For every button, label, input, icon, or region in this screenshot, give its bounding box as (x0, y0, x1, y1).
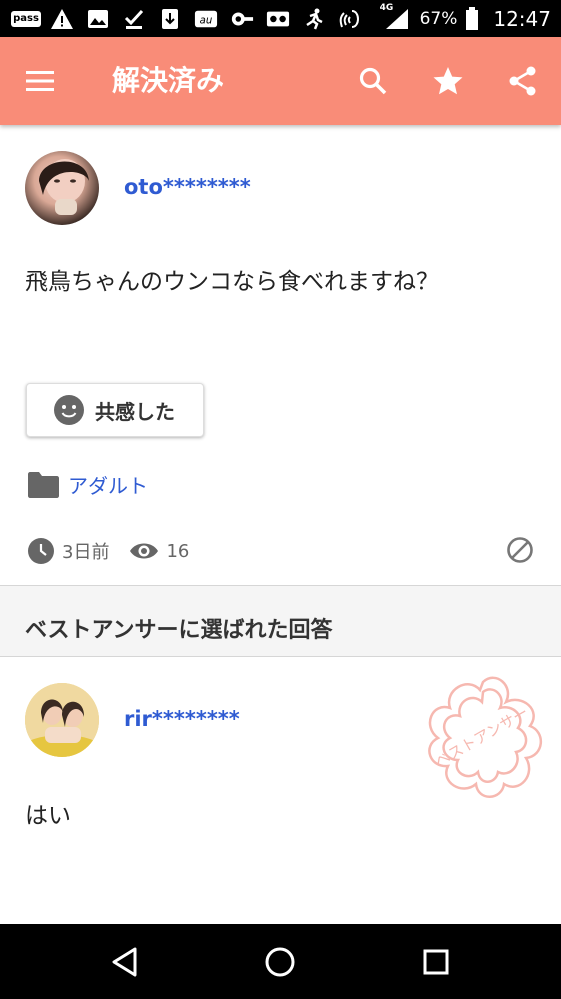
block-icon (507, 537, 533, 563)
avatar-photo (25, 683, 99, 757)
clock-icon (28, 538, 54, 564)
avatar-photo (39, 159, 89, 215)
report-button[interactable] (506, 536, 534, 564)
page-title: 解決済み (112, 64, 225, 97)
folder-icon (28, 471, 59, 498)
category-label: アダルト (68, 474, 148, 498)
svg-text:au: au (200, 16, 213, 27)
checked-icon (122, 7, 146, 31)
clock: 12:47 (493, 7, 551, 31)
signal-icon: 4G (380, 3, 412, 31)
posted-time-text: 3日前 (62, 542, 110, 563)
pass-app-icon: pass (11, 7, 41, 31)
menu-button[interactable] (24, 63, 64, 99)
battery-icon (465, 7, 479, 31)
question-meta: 3日前 16 (27, 537, 189, 565)
best-answer-header: ベストアンサーに選ばれた回答 (0, 586, 561, 657)
back-button[interactable] (107, 944, 143, 980)
posted-time: 3日前 (27, 537, 109, 565)
view-count: 16 (129, 541, 189, 562)
notification-icons: pass au (11, 6, 362, 32)
answerer-avatar[interactable] (25, 683, 99, 757)
pass-label: pass (11, 11, 41, 27)
questioner-avatar[interactable] (25, 151, 99, 225)
eye-icon (130, 543, 159, 559)
empathy-button[interactable]: 共感した (26, 383, 204, 437)
smiley-icon (54, 395, 84, 425)
stamp-text: ベストアンサー (432, 703, 532, 771)
running-icon (302, 7, 326, 31)
warning-icon (50, 7, 74, 31)
best-answer-title: ベストアンサーに選ばれた回答 (25, 618, 333, 643)
search-icon (359, 67, 387, 95)
share-icon (509, 66, 536, 96)
back-icon (112, 947, 137, 977)
recents-icon (423, 949, 449, 975)
view-count-text: 16 (166, 540, 190, 562)
download-icon (158, 7, 182, 31)
key-icon (230, 7, 254, 31)
navigation-bar (0, 924, 561, 999)
question-text: 飛鳥ちゃんのウンコなら食べれますね？ (25, 269, 439, 295)
share-button[interactable] (503, 61, 543, 101)
battery-percent: 67% (419, 9, 458, 29)
nfc-icon (338, 7, 362, 31)
answer-text: はい (25, 803, 71, 829)
image-icon (86, 7, 110, 31)
au-icon: au (194, 7, 218, 31)
category-link[interactable]: アダルト (27, 470, 148, 499)
favorite-button[interactable] (428, 61, 468, 101)
status-bar: pass au 4G 67% 12:47 (0, 0, 561, 37)
system-status: 4G 67% 12:47 (380, 3, 551, 32)
answerer-username[interactable]: rir******** (124, 707, 240, 731)
network-type-label: 4G (379, 3, 394, 13)
best-answer-stamp: ベストアンサー (428, 676, 542, 798)
home-button[interactable] (262, 944, 298, 980)
search-button[interactable] (353, 61, 393, 101)
empathy-label: 共感した (95, 399, 175, 424)
home-icon (265, 947, 295, 977)
questioner-username[interactable]: oto******** (124, 175, 251, 199)
star-icon (433, 67, 463, 95)
recents-button[interactable] (418, 944, 454, 980)
app-bar: 解決済み (0, 37, 561, 125)
voicemail-icon (266, 7, 290, 31)
menu-icon (26, 71, 54, 91)
